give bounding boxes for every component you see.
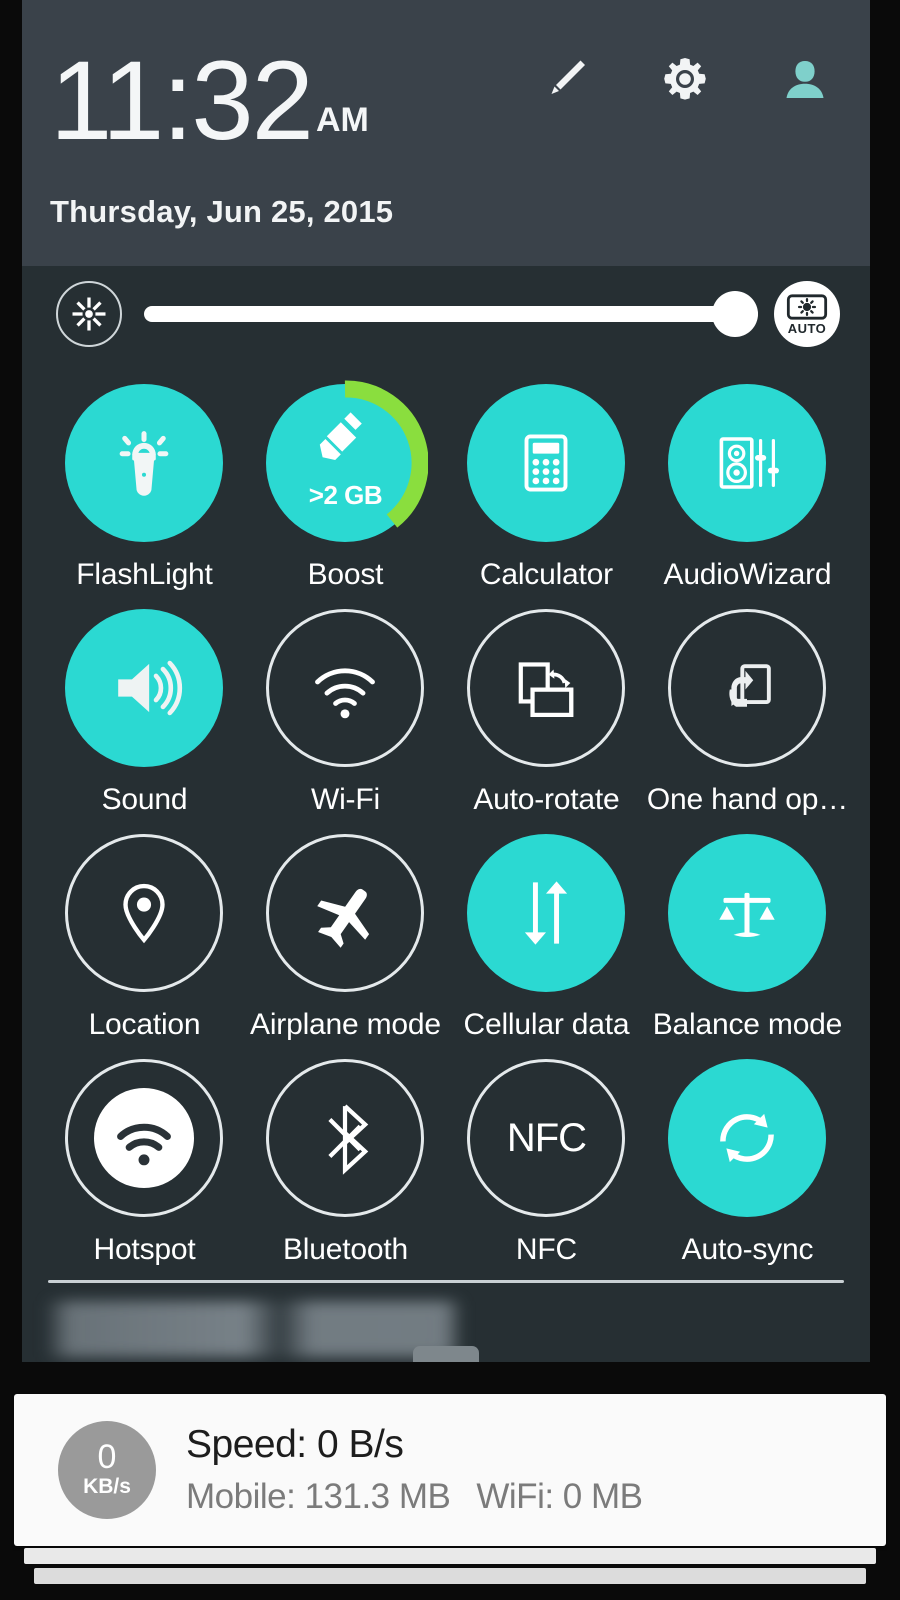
toggle-label: Bluetooth [282,1233,408,1266]
clock-date: Thursday, Jun 25, 2015 [50,194,394,229]
speed-badge-icon: 0 KB/s [58,1421,156,1519]
toggle-label: NFC [515,1233,577,1266]
toggle-label: Airplane mode [250,1008,441,1041]
brightness-slider[interactable] [144,281,758,347]
toggle-label: Calculator [479,558,613,591]
toggle-nfc[interactable]: NFC NFC [446,1045,647,1270]
toggle-audiowizard[interactable]: AudioWizard [647,370,848,595]
toggle-label: One hand op… [646,783,848,816]
scales-icon[interactable] [668,834,827,992]
toggle-bluetooth[interactable]: Bluetooth [245,1045,446,1270]
clock-ampm: AM [315,101,369,139]
toggle-flashlight[interactable]: FlashLight [44,370,245,595]
toggle-label: Sound [101,783,188,816]
toggle-hotspot[interactable]: Hotspot [44,1045,245,1270]
toggle-label: Auto-sync [681,1233,814,1266]
notification-stack-layer-2 [34,1568,866,1584]
quick-toggle-grid: FlashLight >2 GB Boost Calculator AudioW… [22,362,870,1270]
notification-subtitle: Mobile: 131.3 MB WiFi: 0 MB [186,1477,643,1517]
toggle-one-hand-operation[interactable]: One hand op… [647,595,848,820]
notification-stack-layer-1 [24,1548,876,1564]
data-arrows-icon[interactable] [467,834,626,992]
nfc-glyph: NFC [506,1115,587,1160]
brightness-row: AUTO [22,266,870,362]
settings-gear-icon[interactable] [658,52,712,106]
toggle-label: Hotspot [93,1233,196,1266]
toggle-label: Location [88,1008,201,1041]
toggle-sound[interactable]: Sound [44,595,245,820]
clock-time: 11:32 [50,37,314,163]
toggle-label: Auto-rotate [473,783,620,816]
hotspot-disc [94,1088,195,1188]
notification-text-block: Speed: 0 B/s Mobile: 131.3 MB WiFi: 0 MB [186,1423,643,1517]
toggle-balance-mode[interactable]: Balance mode [647,820,848,1045]
brightness-slider-thumb[interactable] [711,291,758,337]
one-hand-icon[interactable] [668,609,827,767]
audio-wizard-icon[interactable] [668,384,827,542]
toggle-label: Balance mode [652,1008,843,1041]
sync-arrows-icon[interactable] [668,1059,827,1217]
wifi-icon[interactable] [266,609,425,767]
quick-settings-panel: 11:32 AM Thursday, Jun 25, 2015 AUTO Fla… [22,0,870,1362]
toggle-calculator[interactable]: Calculator [446,370,647,595]
toggle-airplane-mode[interactable]: Airplane mode [245,820,446,1045]
toggle-label: Cellular data [463,1008,630,1041]
badge-value: 0 [97,1438,117,1477]
toggle-cellular-data[interactable]: Cellular data [446,820,647,1045]
header-icon-group [538,52,832,106]
toggle-label: AudioWizard [663,558,832,591]
calculator-icon[interactable] [467,384,626,542]
brightness-slider-track [144,306,758,322]
boost-badge-text: >2 GB [308,480,383,510]
notification-mobile-usage: Mobile: 131.3 MB [186,1477,451,1516]
broom-boost-icon[interactable]: >2 GB [266,380,429,542]
brightness-sun-icon[interactable] [56,281,122,347]
toggle-wifi[interactable]: Wi-Fi [245,595,446,820]
badge-unit: KB/s [83,1475,131,1499]
toggle-label: Wi-Fi [310,783,380,816]
hotspot-icon[interactable] [65,1059,224,1217]
toggle-auto-rotate[interactable]: Auto-rotate [446,595,647,820]
panel-header: 11:32 AM Thursday, Jun 25, 2015 [22,0,870,266]
toggle-label: FlashLight [76,558,213,591]
user-profile-icon[interactable] [778,52,832,106]
airplane-icon[interactable] [266,834,425,992]
auto-brightness-button[interactable]: AUTO [774,281,840,347]
toggle-label: Boost [307,558,384,591]
toggle-auto-sync[interactable]: Auto-sync [647,1045,848,1270]
edit-pencil-icon[interactable] [538,52,592,106]
network-speed-notification[interactable]: 0 KB/s Speed: 0 B/s Mobile: 131.3 MB WiF… [14,1394,886,1546]
bluetooth-icon[interactable] [266,1059,425,1217]
notification-wifi-usage: WiFi: 0 MB [476,1477,643,1516]
speaker-icon[interactable] [65,609,224,767]
toggle-boost[interactable]: >2 GB Boost [245,370,446,595]
auto-brightness-label: AUTO [787,321,827,336]
nfc-icon[interactable]: NFC [467,1059,626,1217]
auto-rotate-icon[interactable] [467,609,626,767]
toggle-location[interactable]: Location [44,820,245,1045]
location-pin-icon[interactable] [65,834,224,992]
redacted-notification-text [44,1301,464,1357]
panel-divider [48,1280,844,1283]
phone-screen: 11:32 AM Thursday, Jun 25, 2015 AUTO Fla… [0,0,900,1600]
notification-title: Speed: 0 B/s [186,1423,404,1466]
panel-drag-handle[interactable] [413,1346,479,1362]
flashlight-icon[interactable] [65,384,224,542]
